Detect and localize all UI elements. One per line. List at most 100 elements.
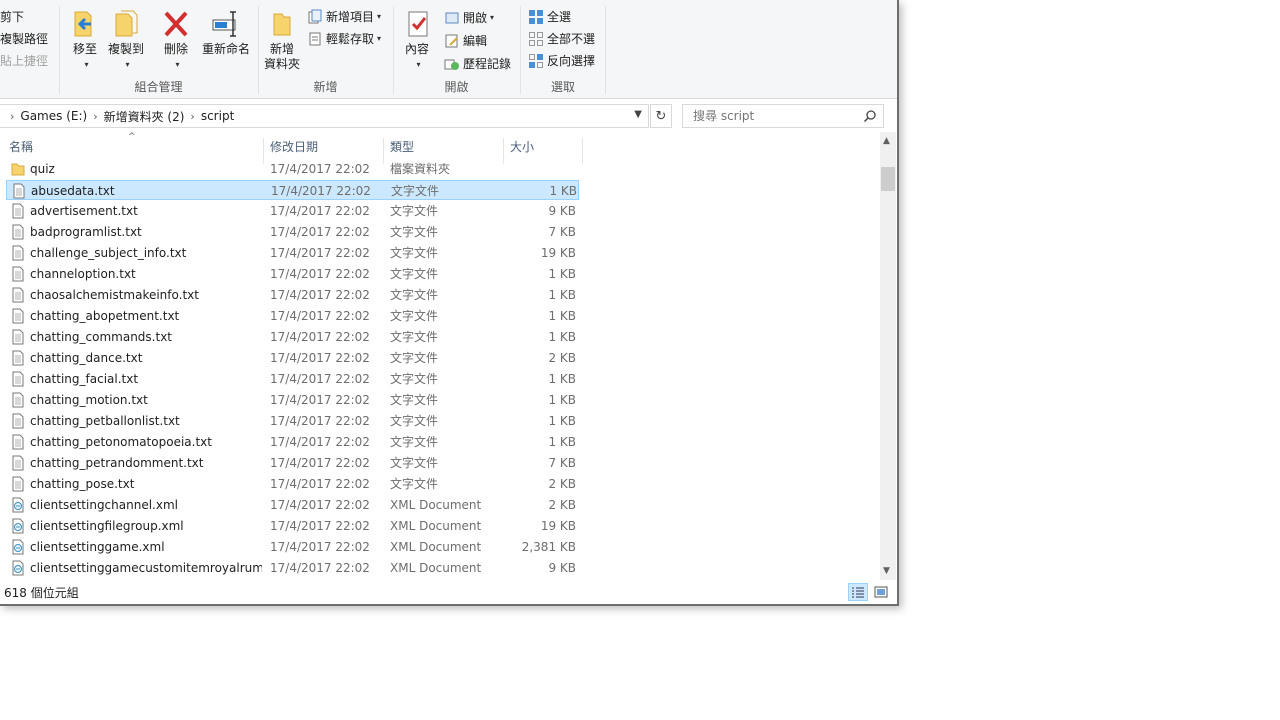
address-bar[interactable]: › Games (E:) › 新增資料夾 (2) › script ▼ xyxy=(0,104,649,128)
open-button[interactable]: 開啟 ▾ xyxy=(444,8,494,28)
file-list: ^ 名稱 修改日期 類型 大小 quiz 17/4/2017 22:02 檔案資料夾… xyxy=(0,132,880,580)
new-folder-button[interactable]: 新增 資料夾 xyxy=(262,8,302,72)
delete-button[interactable]: 刪除 ▾ xyxy=(158,8,194,72)
file-row[interactable]: chatting_abopetment.txt 17/4/2017 22:02 文字… xyxy=(6,306,579,326)
delete-icon xyxy=(160,8,192,40)
search-icon[interactable] xyxy=(863,109,877,123)
paste-shortcut-button[interactable]: 貼上捷徑 xyxy=(0,51,48,71)
refresh-button[interactable]: ↻ xyxy=(650,104,672,128)
scroll-up-icon[interactable]: ▲ xyxy=(883,136,890,146)
file-row[interactable]: chatting_petonomatopoeia.txt 17/4/2017 22… xyxy=(6,432,579,452)
text-file-icon xyxy=(11,245,25,261)
folder-row[interactable]: quiz 17/4/2017 22:02 檔案資料夾 xyxy=(6,159,579,179)
breadcrumb-drive[interactable]: Games (E:) xyxy=(14,109,93,123)
new-group: 新增 資料夾 新增項目 ▾ 輕鬆存取 ▾ 新增 xyxy=(259,0,392,98)
chevron-down-icon: ▾ xyxy=(377,34,382,43)
file-row[interactable]: badprogramlist.txt 17/4/2017 22:02 文字文件 7 K… xyxy=(6,222,579,242)
file-row[interactable]: clientsettingchannel.xml 17/4/2017 22:02 X… xyxy=(6,495,579,515)
column-divider[interactable] xyxy=(582,138,583,164)
vertical-scrollbar[interactable]: ▲ ▼ xyxy=(880,132,896,580)
file-type: 文字文件 xyxy=(390,309,439,323)
status-bar: 618 個位元組 xyxy=(0,580,897,604)
cut-button[interactable]: 剪下 xyxy=(0,7,24,27)
file-size: 1 KB xyxy=(548,267,576,281)
breadcrumb-folder[interactable]: 新增資料夾 (2) xyxy=(98,108,191,125)
chevron-down-icon[interactable]: ▼ xyxy=(634,109,642,120)
text-file-icon xyxy=(11,224,25,240)
file-date: 17/4/2017 22:02 xyxy=(271,184,371,198)
file-date: 17/4/2017 22:02 xyxy=(270,267,370,281)
xml-file-icon xyxy=(11,518,25,534)
chevron-down-icon: ▾ xyxy=(490,13,495,22)
file-row[interactable]: chatting_dance.txt 17/4/2017 22:02 文字文件 2 K… xyxy=(6,348,579,368)
properties-button[interactable]: 內容 ▾ xyxy=(402,8,432,72)
copy-to-button[interactable]: 複製到 ▾ xyxy=(106,8,146,72)
file-type: 文字文件 xyxy=(390,372,439,386)
text-file-icon xyxy=(11,350,25,366)
open-icon xyxy=(444,10,460,26)
text-file-icon xyxy=(11,392,25,408)
copy-to-label: 複製到 xyxy=(107,42,144,56)
column-header-name[interactable]: 名稱 xyxy=(6,138,264,160)
text-file-icon xyxy=(11,434,25,450)
file-row[interactable]: clientsettingfilegroup.xml 17/4/2017 22:0… xyxy=(6,516,579,536)
file-type: 檔案資料夾 xyxy=(390,162,451,176)
rename-label: 重新命名 xyxy=(201,42,250,56)
file-row[interactable]: clientsettinggame.xml 17/4/2017 22:02 XML … xyxy=(6,537,579,557)
file-row[interactable]: chatting_facial.txt 17/4/2017 22:02 文字文件 1 … xyxy=(6,369,579,389)
file-size: 1 KB xyxy=(548,330,576,344)
search-input[interactable] xyxy=(691,108,855,124)
file-row[interactable]: chatting_motion.txt 17/4/2017 22:02 文字文件 1 … xyxy=(6,390,579,410)
file-name: clientsettingfilegroup.xml xyxy=(30,519,184,533)
file-row[interactable]: chaosalchemistmakeinfo.txt 17/4/2017 22:0… xyxy=(6,285,579,305)
rename-button[interactable]: 重新命名 xyxy=(198,8,254,57)
history-button[interactable]: 歷程記錄 xyxy=(444,54,511,74)
search-box[interactable] xyxy=(682,104,884,128)
file-size: 9 KB xyxy=(548,561,576,575)
select-none-button[interactable]: 全部不選 xyxy=(528,29,595,49)
file-type: 文字文件 xyxy=(390,351,439,365)
history-icon xyxy=(444,56,460,72)
invert-selection-button[interactable]: 反向選擇 xyxy=(528,51,595,71)
file-row[interactable]: clientsettinggamecustomitemroyalrum... 17… xyxy=(6,558,579,578)
large-icons-view-button[interactable] xyxy=(872,583,890,601)
file-row[interactable]: advertisement.txt 17/4/2017 22:02 文字文件 9 KB xyxy=(6,201,579,221)
copy-path-button[interactable]: 複製路徑 xyxy=(0,29,48,49)
file-name: clientsettingchannel.xml xyxy=(30,498,178,512)
file-row[interactable]: abusedata.txt 17/4/2017 22:02 文字文件 1 KB xyxy=(6,180,579,200)
column-header-type[interactable]: 類型 xyxy=(387,138,502,160)
file-row[interactable]: chatting_pose.txt 17/4/2017 22:02 文字文件 2 KB xyxy=(6,474,579,494)
file-name: advertisement.txt xyxy=(30,204,138,218)
scrollbar-thumb[interactable] xyxy=(881,167,895,191)
file-size: 2,381 KB xyxy=(521,540,576,554)
new-item-button[interactable]: 新增項目 ▾ xyxy=(307,7,381,27)
column-header-size[interactable]: 大小 xyxy=(507,138,585,160)
column-header-date[interactable]: 修改日期 xyxy=(267,138,382,160)
select-all-button[interactable]: 全選 xyxy=(528,7,571,27)
file-row[interactable]: chatting_petballonlist.txt 17/4/2017 22:0… xyxy=(6,411,579,431)
file-size: 1 KB xyxy=(548,288,576,302)
xml-file-icon xyxy=(11,497,25,513)
move-to-button[interactable]: 移至 ▾ xyxy=(68,8,102,72)
file-row[interactable]: chatting_petrandomment.txt 17/4/2017 22:0… xyxy=(6,453,579,473)
copy-path-label: 複製路徑 xyxy=(0,32,49,46)
group-divider xyxy=(605,6,606,94)
edit-button[interactable]: 編輯 xyxy=(444,31,487,51)
scroll-down-icon[interactable]: ▼ xyxy=(883,566,890,576)
details-view-button[interactable] xyxy=(848,583,868,601)
cut-label: 剪下 xyxy=(0,10,25,24)
easy-access-icon xyxy=(307,31,323,47)
file-row[interactable]: channeloption.txt 17/4/2017 22:02 文字文件 1 KB xyxy=(6,264,579,284)
open-label: 開啟 xyxy=(463,11,488,25)
text-file-icon xyxy=(11,455,25,471)
copy-to-icon xyxy=(110,8,142,40)
breadcrumb-current[interactable]: script xyxy=(195,109,240,123)
file-row[interactable]: challenge_subject_info.txt 17/4/2017 22:0… xyxy=(6,243,579,263)
file-row[interactable]: chatting_commands.txt 17/4/2017 22:02 文字文件… xyxy=(6,327,579,347)
file-date: 17/4/2017 22:02 xyxy=(270,477,370,491)
easy-access-button[interactable]: 輕鬆存取 ▾ xyxy=(307,29,381,49)
file-name: chaosalchemistmakeinfo.txt xyxy=(30,288,199,302)
file-name: chatting_dance.txt xyxy=(30,351,143,365)
chevron-down-icon: ▾ xyxy=(84,60,89,69)
file-date: 17/4/2017 22:02 xyxy=(270,540,370,554)
